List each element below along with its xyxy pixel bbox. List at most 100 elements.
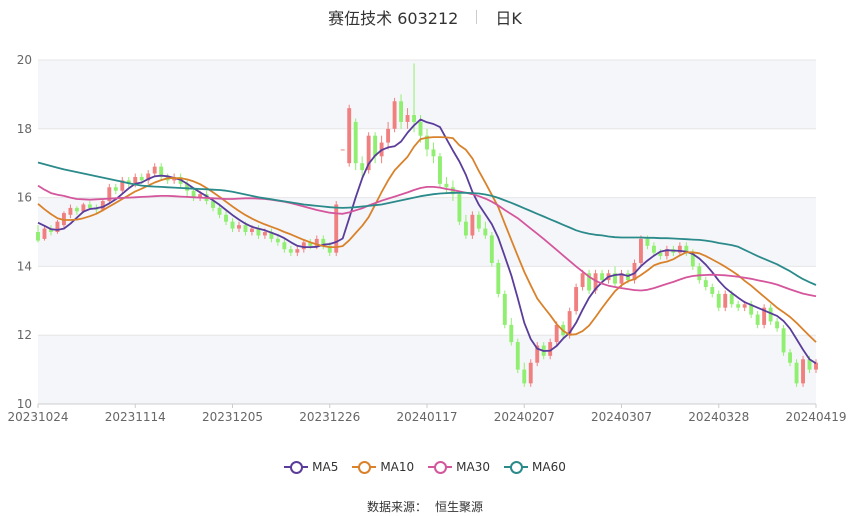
x-tick-label: 20231114 — [105, 410, 166, 424]
candle-body — [250, 228, 254, 232]
candle-body — [301, 242, 306, 250]
y-tick-label: 16 — [17, 191, 32, 205]
candle-body — [224, 214, 228, 222]
candle-body — [262, 232, 267, 236]
candle-body — [152, 166, 157, 174]
candle-body — [373, 135, 378, 157]
y-tick-label: 18 — [17, 122, 32, 136]
y-tick-label: 20 — [17, 53, 32, 67]
candle-body — [399, 101, 404, 122]
candle-body — [334, 204, 339, 253]
candle-body — [496, 262, 501, 294]
legend-label-ma60: MA60 — [532, 460, 566, 474]
legend-label-ma5: MA5 — [312, 460, 339, 474]
background-bands — [38, 60, 816, 404]
candle-body — [509, 324, 514, 343]
candle-body — [230, 221, 235, 229]
candle-body — [639, 238, 643, 263]
legend-item-ma60[interactable]: MA60 — [504, 460, 566, 474]
legend-label-ma30: MA30 — [456, 460, 491, 474]
candle-body — [295, 249, 300, 253]
candle-body — [483, 228, 488, 236]
candle-body — [237, 225, 241, 229]
candle-body — [502, 293, 507, 325]
grid-band — [38, 197, 816, 267]
candle-body — [736, 304, 741, 308]
candle-body — [554, 324, 559, 343]
candle-body — [275, 238, 280, 243]
grid-band — [38, 60, 816, 129]
candle-body — [788, 352, 793, 363]
candle-body — [645, 238, 650, 246]
candle-body — [574, 287, 579, 312]
candle-body — [794, 362, 799, 384]
candle-body — [651, 245, 656, 253]
legend-item-ma5[interactable]: MA5 — [284, 460, 338, 474]
candle-body — [217, 207, 222, 215]
candle-body — [755, 314, 760, 325]
legend-swatch-ma30 — [428, 460, 453, 474]
legend-item-ma30[interactable]: MA30 — [428, 460, 490, 474]
candle-body — [470, 214, 475, 236]
candle-body — [528, 362, 533, 384]
candle-body — [463, 221, 468, 236]
x-tick-label: 20231024 — [7, 410, 68, 424]
x-tick-label: 20240419 — [785, 410, 846, 424]
candle-body — [729, 293, 734, 305]
y-tick-label: 10 — [17, 397, 32, 411]
candle-body — [340, 149, 345, 151]
y-axis-labels: 10 12 14 16 18 20 — [17, 53, 32, 411]
legend-item-ma10[interactable]: MA10 — [352, 460, 414, 474]
legend-swatch-ma60 — [504, 460, 529, 474]
candle-body — [412, 115, 416, 122]
data-source: 数据来源： 恒生聚源 — [0, 498, 850, 515]
x-tick-label: 20240117 — [396, 410, 457, 424]
candle-body — [781, 328, 786, 353]
candle-body — [489, 235, 494, 263]
x-axis-labels: 20231024 20231114 20231205 20231226 20240117… — [7, 404, 847, 424]
candle-body — [74, 207, 79, 212]
candle-body — [710, 287, 715, 294]
x-tick-label: 20231205 — [202, 410, 263, 424]
grid-band — [38, 335, 816, 404]
legend-swatch-ma10 — [352, 460, 377, 474]
candle-body — [522, 369, 527, 384]
candle-body — [288, 249, 293, 253]
x-tick-label: 20240307 — [591, 410, 652, 424]
candle-body — [282, 242, 287, 250]
candle-body — [716, 293, 721, 308]
candle-body — [697, 266, 702, 281]
candle-body — [431, 149, 436, 157]
candle-body — [723, 293, 728, 308]
legend-label-ma10: MA10 — [380, 460, 415, 474]
candle-body — [742, 304, 747, 308]
candle-body — [600, 273, 604, 281]
candle-body — [68, 207, 73, 215]
candle-body — [476, 214, 481, 229]
chart-legend: MA5 MA10 MA30 MA60 — [0, 458, 850, 476]
candle-body — [392, 101, 397, 129]
candle-body — [418, 121, 423, 136]
candle-body — [814, 362, 818, 370]
legend-swatch-ma5 — [284, 460, 309, 474]
candle-body — [353, 121, 358, 164]
candle-body — [405, 115, 410, 122]
x-tick-label: 20231226 — [299, 410, 360, 424]
candle-body — [775, 321, 780, 329]
candle-body — [515, 342, 520, 370]
candle-body — [36, 232, 40, 241]
candle-body — [703, 280, 708, 288]
data-source-label: 数据来源： — [366, 500, 427, 514]
candle-body — [87, 204, 92, 208]
data-source-name: 恒生聚源 — [435, 500, 484, 514]
candle-body — [801, 359, 805, 384]
candle-body — [457, 194, 462, 222]
candlestick-chart: 101214161820 20231024 20231114 20231205 202… — [7, 53, 847, 424]
candle-body — [42, 228, 47, 239]
candle-body — [438, 156, 442, 184]
candle-body — [360, 163, 365, 171]
x-tick-label: 20240328 — [688, 410, 749, 424]
candle-body — [580, 273, 585, 288]
candle-body — [113, 187, 118, 191]
candle-body — [347, 108, 352, 164]
